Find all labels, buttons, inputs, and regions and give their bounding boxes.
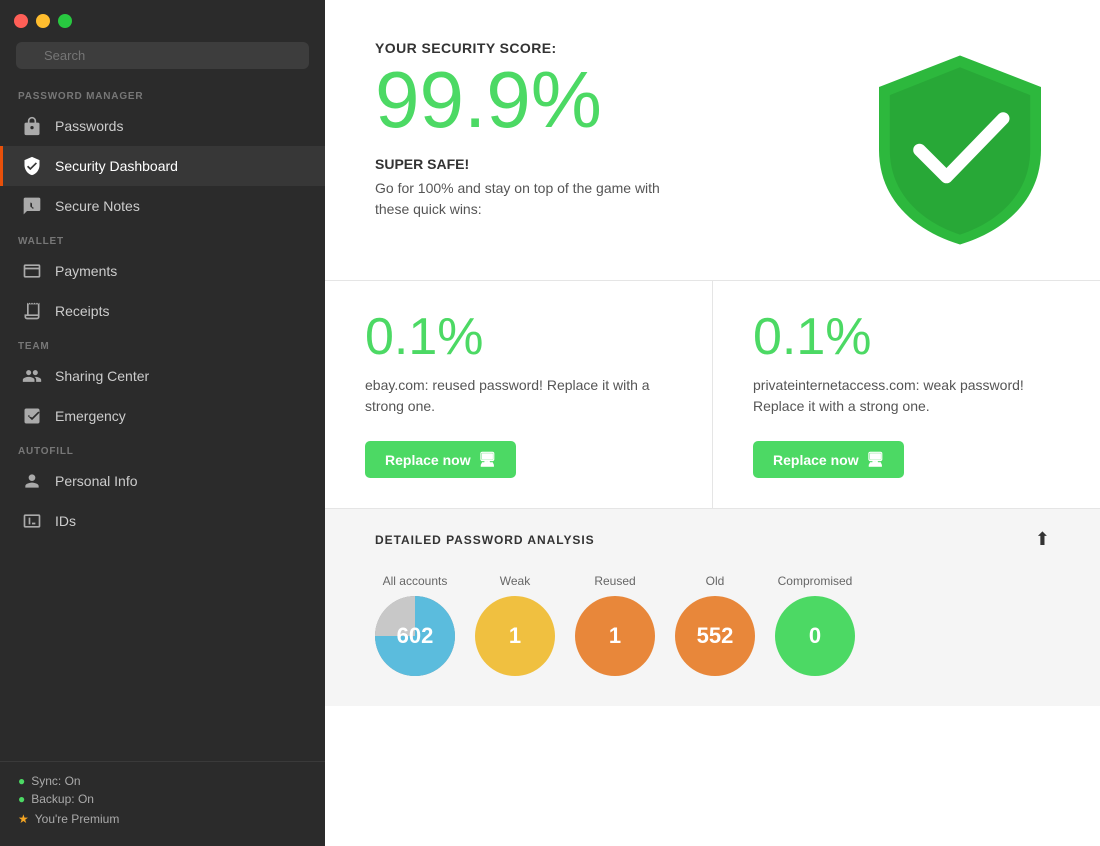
traffic-lights [0,0,325,38]
shield-icon [870,50,1050,250]
sidebar-item-label-sharing-center: Sharing Center [55,368,149,384]
replace-now-button-0[interactable]: Replace now 🖥 [365,441,516,478]
section-label-wallet: WALLET [0,226,325,251]
shield-check-icon [21,155,43,177]
stat-circle-reused: 1 [575,596,655,676]
sidebar: 🔍 PASSWORD MANAGER Passwords Security Da… [0,0,325,846]
stat-label-weak: Weak [500,574,530,588]
analysis-section: DETAILED PASSWORD ANALYSIS ⬆ All account… [325,509,1100,706]
sidebar-item-secure-notes[interactable]: Secure Notes [0,186,325,226]
sidebar-item-ids[interactable]: IDs [0,501,325,541]
stats-row: All accounts 602 Weak 1 Reused 1 Old 552 [375,574,1050,676]
stat-circle-all-accounts: 602 [375,596,455,676]
section-autofill: AUTOFILL Personal Info IDs [0,436,325,541]
score-value: 99.9% [375,60,695,140]
replace-now-button-1[interactable]: Replace now 🖥 [753,441,904,478]
note-lock-icon [21,195,43,217]
stat-col-compromised: Compromised 0 [775,574,855,676]
star-icon: ★ [18,812,29,826]
stat-circle-old: 552 [675,596,755,676]
close-button[interactable] [14,14,28,28]
issue-percent-1: 0.1% [753,311,1060,363]
people-icon [21,365,43,387]
issues-section: 0.1% ebay.com: reused password! Replace … [325,281,1100,509]
issue-description-0: ebay.com: reused password! Replace it wi… [365,375,672,417]
sidebar-item-label-passwords: Passwords [55,118,123,134]
stat-label-old: Old [706,574,725,588]
stat-label-reused: Reused [594,574,635,588]
section-password-manager: PASSWORD MANAGER Passwords Security Dash… [0,81,325,226]
sidebar-item-label-receipts: Receipts [55,303,109,319]
sidebar-item-passwords[interactable]: Passwords [0,106,325,146]
first-aid-icon [21,405,43,427]
stat-col-reused: Reused 1 [575,574,655,676]
lock-icon [21,115,43,137]
replace-icon-1: 🖥 [867,451,885,468]
stat-col-all-accounts: All accounts 602 [375,574,455,676]
stat-circle-compromised: 0 [775,596,855,676]
section-label-team: TEAM [0,331,325,356]
security-score-section: YOUR SECURITY SCORE: 99.9% SUPER SAFE! G… [325,0,1100,281]
sidebar-item-receipts[interactable]: Receipts [0,291,325,331]
analysis-title: DETAILED PASSWORD ANALYSIS [375,533,595,547]
credit-card-icon [21,260,43,282]
replace-icon-0: 🖥 [479,451,497,468]
issue-card-0: 0.1% ebay.com: reused password! Replace … [325,281,713,508]
sidebar-item-label-security-dashboard: Security Dashboard [55,158,178,174]
sync-dot: ● [18,774,25,788]
section-label-password-manager: PASSWORD MANAGER [0,81,325,106]
section-wallet: WALLET Payments Receipts [0,226,325,331]
person-icon [21,470,43,492]
sidebar-item-label-ids: IDs [55,513,76,529]
section-label-autofill: AUTOFILL [0,436,325,461]
analysis-header: DETAILED PASSWORD ANALYSIS ⬆ [375,529,1050,550]
search-container: 🔍 [0,38,325,81]
stat-label-all-accounts: All accounts [383,574,448,588]
sync-status: ● Sync: On [18,774,307,788]
sidebar-item-personal-info[interactable]: Personal Info [0,461,325,501]
issue-description-1: privateinternetaccess.com: weak password… [753,375,1060,417]
backup-dot: ● [18,792,25,806]
replace-now-label-1: Replace now [773,452,859,468]
stat-col-old: Old 552 [675,574,755,676]
issue-percent-0: 0.1% [365,311,672,363]
sidebar-item-label-secure-notes: Secure Notes [55,198,140,214]
sidebar-item-label-emergency: Emergency [55,408,126,424]
sidebar-item-emergency[interactable]: Emergency [0,396,325,436]
security-description: Go for 100% and stay on top of the game … [375,178,695,220]
stat-circle-weak: 1 [475,596,555,676]
shield-container [870,40,1050,250]
minimize-button[interactable] [36,14,50,28]
stat-label-compromised: Compromised [778,574,853,588]
main-content: YOUR SECURITY SCORE: 99.9% SUPER SAFE! G… [325,0,1100,846]
issue-card-1: 0.1% privateinternetaccess.com: weak pas… [713,281,1100,508]
score-label: YOUR SECURITY SCORE: [375,40,695,56]
stat-col-weak: Weak 1 [475,574,555,676]
sidebar-item-label-personal-info: Personal Info [55,473,138,489]
section-team: TEAM Sharing Center Emergency [0,331,325,436]
replace-now-label-0: Replace now [385,452,471,468]
backup-status: ● Backup: On [18,792,307,806]
receipt-icon [21,300,43,322]
maximize-button[interactable] [58,14,72,28]
sidebar-footer: ● Sync: On ● Backup: On ★ You're Premium [0,761,325,846]
security-score-left: YOUR SECURITY SCORE: 99.9% SUPER SAFE! G… [375,40,695,220]
sidebar-item-payments[interactable]: Payments [0,251,325,291]
sidebar-item-security-dashboard[interactable]: Security Dashboard [0,146,325,186]
sidebar-item-label-payments: Payments [55,263,117,279]
super-safe-label: SUPER SAFE! [375,156,695,172]
id-card-icon [21,510,43,532]
sidebar-item-sharing-center[interactable]: Sharing Center [0,356,325,396]
collapse-icon[interactable]: ⬆ [1035,529,1050,550]
search-input[interactable] [16,42,309,69]
premium-status: ★ You're Premium [18,812,307,826]
